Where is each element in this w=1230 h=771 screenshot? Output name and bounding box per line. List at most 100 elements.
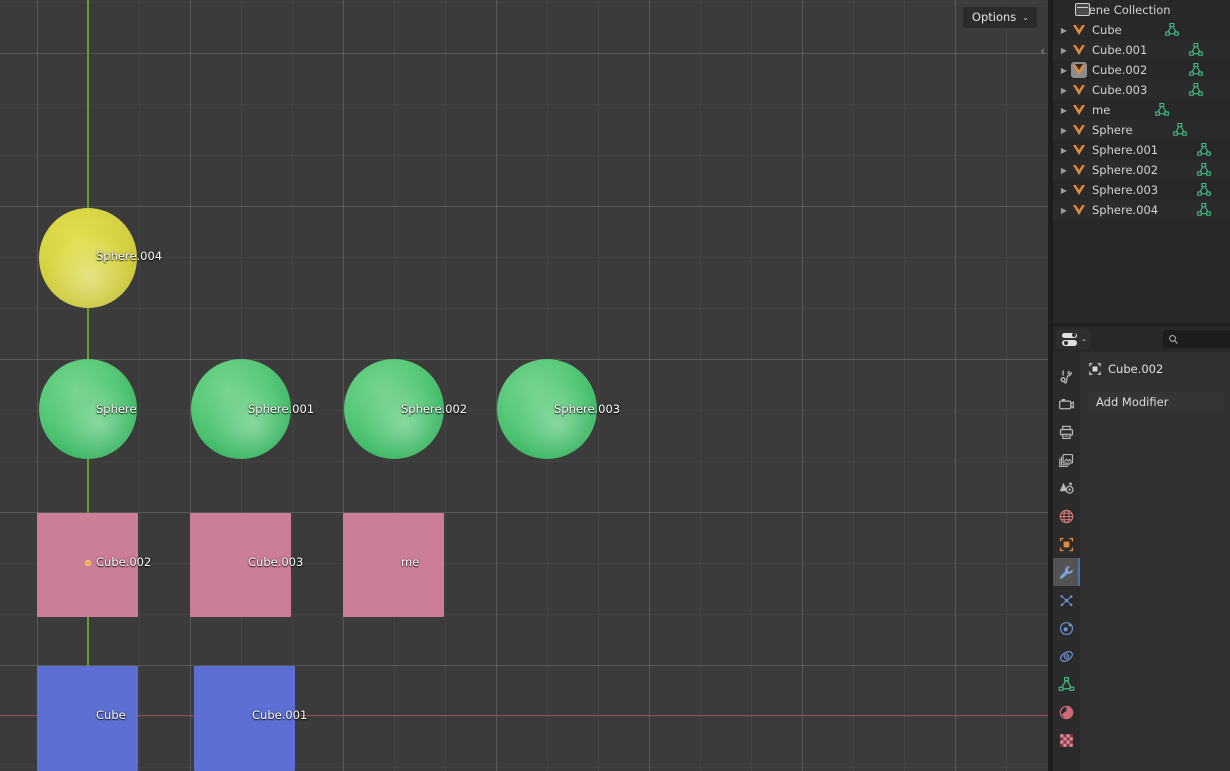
- mesh-data-icon[interactable]: [1165, 23, 1179, 36]
- mesh-data-icon[interactable]: [1197, 143, 1211, 156]
- mesh-object-icon[interactable]: [1071, 22, 1087, 38]
- physics-orbit-icon: [1059, 621, 1074, 635]
- add-modifier-label: Add Modifier: [1096, 395, 1169, 409]
- 3d-viewport[interactable]: Sphere.004 Sphere Sphere.001 Sphere.002 Sphe…: [0, 0, 1048, 771]
- mesh-object-icon[interactable]: [1071, 62, 1087, 78]
- viewport-object-cube[interactable]: [37, 666, 138, 771]
- disclosure-triangle-icon[interactable]: ▶: [1057, 66, 1071, 75]
- outliner-row-sphere[interactable]: ▶ Sphere: [1053, 120, 1230, 140]
- properties-tab-physics[interactable]: [1053, 614, 1080, 642]
- world-globe-icon: [1059, 509, 1074, 523]
- mesh-data-icon[interactable]: [1173, 123, 1187, 136]
- outliner-row-cube-002[interactable]: ▶ Cube.002: [1053, 60, 1230, 80]
- disclosure-triangle-icon[interactable]: ▶: [1057, 106, 1071, 115]
- properties-tab-data[interactable]: [1053, 670, 1080, 698]
- properties-tab-render[interactable]: [1053, 390, 1080, 418]
- outliner-row-cube-003[interactable]: ▶ Cube.003: [1053, 80, 1230, 100]
- properties-body: Cube.002 Add Modifier: [1053, 352, 1230, 771]
- view-layer-images-icon: [1059, 453, 1074, 467]
- disclosure-triangle-icon[interactable]: ▶: [1057, 46, 1071, 55]
- add-modifier-button[interactable]: Add Modifier: [1088, 392, 1224, 412]
- mesh-object-icon[interactable]: [1071, 102, 1087, 118]
- tool-icon: [1060, 369, 1072, 383]
- disclosure-triangle-icon[interactable]: ▶: [1057, 146, 1071, 155]
- mesh-data-icon[interactable]: [1189, 63, 1203, 76]
- properties-tab-tool[interactable]: [1053, 362, 1080, 390]
- viewport-object-sphere[interactable]: [39, 359, 137, 459]
- mesh-data-icon[interactable]: [1155, 103, 1169, 116]
- object-origin-dot: [85, 560, 91, 566]
- viewport-object-sphere-001[interactable]: [191, 359, 291, 459]
- outliner-row-sphere-003[interactable]: ▶ Sphere.003: [1053, 180, 1230, 200]
- object-square-icon: [1088, 362, 1102, 376]
- viewport-object-cube-003[interactable]: [190, 513, 291, 617]
- output-printer-icon: [1059, 425, 1074, 439]
- mesh-object-icon[interactable]: [1071, 42, 1087, 58]
- sidebar-collapse-arrow-icon[interactable]: ‹: [1038, 43, 1047, 59]
- properties-tab-particles[interactable]: [1053, 586, 1080, 614]
- outliner-row-cube[interactable]: ▶ Cube: [1053, 20, 1230, 40]
- disclosure-triangle-icon[interactable]: ▶: [1057, 86, 1071, 95]
- mesh-object-icon[interactable]: [1071, 122, 1087, 138]
- outliner-row-me[interactable]: ▶ me: [1053, 100, 1230, 120]
- search-icon: [1169, 334, 1178, 344]
- outliner-item-label: Sphere.001: [1092, 143, 1159, 157]
- outliner-scene-collection-row[interactable]: Scene Collection: [1053, 0, 1230, 20]
- disclosure-triangle-icon[interactable]: ▶: [1057, 166, 1071, 175]
- properties-tab-output[interactable]: [1053, 418, 1080, 446]
- properties-tab-viewlayer[interactable]: [1053, 446, 1080, 474]
- outliner-item-label: Cube: [1092, 23, 1122, 37]
- mesh-object-icon[interactable]: [1071, 82, 1087, 98]
- properties-tab-object[interactable]: [1053, 530, 1080, 558]
- properties-tab-material[interactable]: [1053, 698, 1080, 726]
- mesh-data-icon[interactable]: [1197, 203, 1211, 216]
- disclosure-triangle-icon[interactable]: ▶: [1057, 126, 1071, 135]
- editor-type-button[interactable]: ⌄: [1057, 329, 1091, 349]
- mesh-data-icon[interactable]: [1189, 43, 1203, 56]
- editor-type-sliders-icon: [1062, 332, 1078, 346]
- outliner-row-sphere-004[interactable]: ▶ Sphere.004: [1053, 200, 1230, 220]
- viewport-options-label: Options: [971, 10, 1017, 24]
- properties-tab-world[interactable]: [1053, 502, 1080, 530]
- viewport-options-dropdown[interactable]: Options ⌄: [961, 6, 1038, 29]
- mesh-object-icon[interactable]: [1071, 182, 1087, 198]
- x-axis-line: [0, 715, 1048, 716]
- properties-tab-scene[interactable]: [1053, 474, 1080, 502]
- breadcrumb: Cube.002: [1080, 352, 1230, 376]
- mesh-object-icon[interactable]: [1071, 142, 1087, 158]
- properties-tab-constraints[interactable]: [1053, 642, 1080, 670]
- outliner-item-label: Sphere.004: [1092, 203, 1159, 217]
- modifier-wrench-icon: [1060, 565, 1073, 579]
- mesh-object-icon[interactable]: [1071, 202, 1087, 218]
- mesh-data-icon[interactable]: [1189, 83, 1203, 96]
- properties-search-input[interactable]: [1163, 330, 1230, 348]
- mesh-data-icon[interactable]: [1197, 183, 1211, 196]
- properties-tab-modifier[interactable]: [1053, 558, 1080, 586]
- outliner-row-sphere-001[interactable]: ▶ Sphere.001: [1053, 140, 1230, 160]
- texture-checker-icon: [1060, 733, 1073, 747]
- outliner-item-label: Sphere.003: [1092, 183, 1159, 197]
- outliner-object-rows: ▶ Cube ▶ Cube.001 ▶ Cube.002 ▶ Cube.003 ▶ me ▶ Sphe…: [1053, 20, 1230, 220]
- properties-tab-texture[interactable]: [1053, 726, 1080, 754]
- mesh-object-icon[interactable]: [1071, 162, 1087, 178]
- properties-header: ⌄: [1053, 326, 1230, 352]
- viewport-object-sphere-002[interactable]: [344, 359, 444, 459]
- disclosure-triangle-icon[interactable]: ▶: [1057, 206, 1071, 215]
- object-data-mesh-icon: [1058, 676, 1075, 691]
- outliner-item-label: Cube.002: [1092, 63, 1148, 77]
- properties-tab-column: [1053, 352, 1080, 771]
- properties-editor[interactable]: ⌄ Cube.002 Add Modifier: [1053, 326, 1230, 771]
- outliner-row-cube-001[interactable]: ▶ Cube.001: [1053, 40, 1230, 60]
- disclosure-triangle-icon[interactable]: ▶: [1057, 26, 1071, 35]
- outliner-item-label: Cube.003: [1092, 83, 1148, 97]
- outliner-editor[interactable]: Scene Collection ▶ Cube ▶ Cube.001 ▶ Cube.002…: [1053, 0, 1230, 323]
- mesh-data-icon[interactable]: [1197, 163, 1211, 176]
- viewport-object-sphere-003[interactable]: [497, 359, 597, 459]
- viewport-object-cube-001[interactable]: [194, 666, 295, 771]
- disclosure-triangle-icon[interactable]: ▶: [1057, 186, 1071, 195]
- outliner-row-sphere-002[interactable]: ▶ Sphere.002: [1053, 160, 1230, 180]
- constraints-icon: [1060, 650, 1073, 662]
- render-camera-icon: [1059, 398, 1074, 409]
- viewport-object-me[interactable]: [343, 513, 444, 617]
- viewport-object-sphere-004[interactable]: [39, 208, 137, 308]
